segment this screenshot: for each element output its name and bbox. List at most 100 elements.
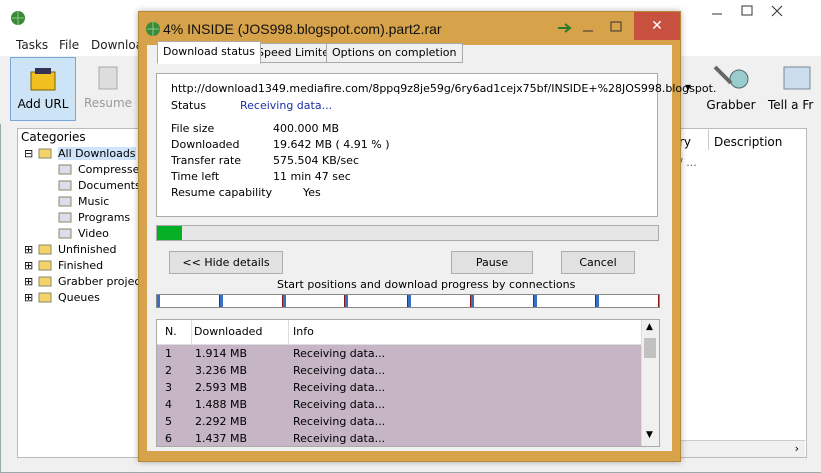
tell-friend-button[interactable]: Tell a Fr [764,57,821,119]
cell-n: 6 [165,432,172,445]
field-value: 19.642 MB ( 4.91 % ) [273,138,390,151]
category-all-downloads[interactable]: All Downloads [58,147,136,160]
tab-download-status[interactable]: Download status [157,41,261,64]
menu-tasks[interactable]: Tasks [16,38,48,52]
column-description[interactable]: Description [714,135,782,149]
cell-downloaded: 1.488 MB [195,398,248,411]
field-label: Downloaded [171,138,240,151]
connection-segment [345,295,408,307]
folder-open-icon [38,147,52,162]
grabber-projects-icon [38,275,52,290]
category-compressed[interactable]: Compressed [78,163,146,176]
hide-details-button[interactable]: << Hide details [169,251,283,274]
connection-progress [408,295,411,307]
scroll-right-icon[interactable]: › [795,442,799,455]
category-grabber-projects[interactable]: Grabber projects [58,275,150,288]
cell-downloaded: 1.437 MB [195,432,248,445]
status-value: Receiving data... [240,99,333,112]
field-label: Time left [171,170,220,183]
field-value: Yes [303,186,321,199]
connection-segment [408,295,471,307]
table-row[interactable]: 4 1.488 MB Receiving data... [157,396,641,413]
queues-icon [38,291,52,306]
header-n[interactable]: N. [165,320,192,344]
category-queues[interactable]: Queues [58,291,100,304]
close-icon[interactable] [770,4,784,18]
connection-segment [219,295,283,307]
cell-downloaded: 2.593 MB [195,381,248,394]
scroll-thumb[interactable] [644,338,656,358]
connection-segment [533,295,597,307]
connection-segment [596,295,659,307]
connection-progress [219,295,223,307]
maximize-icon[interactable] [740,4,754,18]
header-info[interactable]: Info [293,320,493,344]
connections-table: N. Downloaded Info 1 1.914 MB Receiving da… [156,319,660,447]
table-row[interactable]: 5 2.292 MB Receiving data... [157,413,641,430]
pin-icon[interactable] [557,22,573,37]
dialog-title: 4% INSIDE (JOS998.blogspot.com).part2.ra… [163,21,442,37]
tell-friend-label: Tell a Fr [768,98,814,112]
category-unfinished[interactable]: Unfinished [58,243,116,256]
status-label: Status [171,99,207,112]
field-label: Resume capability [171,186,273,199]
tab-options-on-completion[interactable]: Options on completion [326,43,463,63]
cell-downloaded: 2.292 MB [195,415,248,428]
table-row[interactable]: 1 1.914 MB Receiving data... [157,345,641,362]
dialog-close-button[interactable]: ✕ [634,12,680,40]
cell-info: Receiving data... [293,398,386,411]
vertical-scrollbar[interactable]: ▲ ▼ [641,320,659,446]
dialog-minimize-icon[interactable] [581,20,595,37]
connection-progress [596,295,600,307]
download-url: http://download1349.mediafire.com/8ppq9z… [171,82,717,95]
cell-info: Receiving data... [293,364,386,377]
finished-icon [38,259,52,274]
tell-friend-icon [783,66,811,90]
music-icon [58,195,72,210]
table-row[interactable]: 2 3.236 MB Receiving data... [157,362,641,379]
table-row[interactable]: 6 1.437 MB Receiving data... [157,430,641,446]
expand-icon[interactable]: ⊞ [24,275,33,288]
cancel-button[interactable]: Cancel [561,251,635,274]
connection-progress [470,295,474,307]
cell-downloaded: 3.236 MB [195,364,248,377]
header-downloaded[interactable]: Downloaded [193,320,289,344]
expand-icon[interactable]: ⊞ [24,259,33,272]
unfinished-icon [38,243,52,258]
expand-icon[interactable]: ⊞ [24,243,33,256]
menu-file[interactable]: File [59,38,79,52]
category-music[interactable]: Music [78,195,109,208]
connection-segment [470,295,534,307]
resume-button[interactable]: Resume [80,57,136,119]
programs-icon [58,211,72,226]
connection-progress [157,295,160,307]
column-divider [708,128,709,150]
category-finished[interactable]: Finished [58,259,103,272]
dialog-close-icon: ✕ [651,18,663,34]
category-documents[interactable]: Documents [78,179,141,192]
horizontal-scrollbar[interactable]: › [675,440,805,457]
table-row[interactable]: 3 2.593 MB Receiving data... [157,379,641,396]
pause-button[interactable]: Pause [451,251,533,274]
app-globe-icon [11,11,25,25]
add-url-icon [30,68,56,91]
scroll-down-icon[interactable]: ▼ [646,430,653,440]
connection-progress [282,295,286,307]
category-programs[interactable]: Programs [78,211,130,224]
progress-fill [157,226,182,240]
field-value: 400.000 MB [273,122,340,135]
menu-downloads[interactable]: Downloa [91,38,143,52]
add-url-button[interactable]: Add URL [10,57,76,121]
dialog-maximize-icon[interactable] [609,20,623,37]
connection-segment [282,295,346,307]
grabber-icon [713,65,749,89]
expand-icon[interactable]: ⊟ [24,147,33,160]
minimize-icon[interactable] [710,4,724,18]
expand-icon[interactable]: ⊞ [24,291,33,304]
cell-n: 5 [165,415,172,428]
cell-info: Receiving data... [293,381,386,394]
category-video[interactable]: Video [78,227,109,240]
cell-info: Receiving data... [293,415,386,428]
scroll-up-icon[interactable]: ▲ [646,322,653,332]
downloads-list [675,128,807,458]
